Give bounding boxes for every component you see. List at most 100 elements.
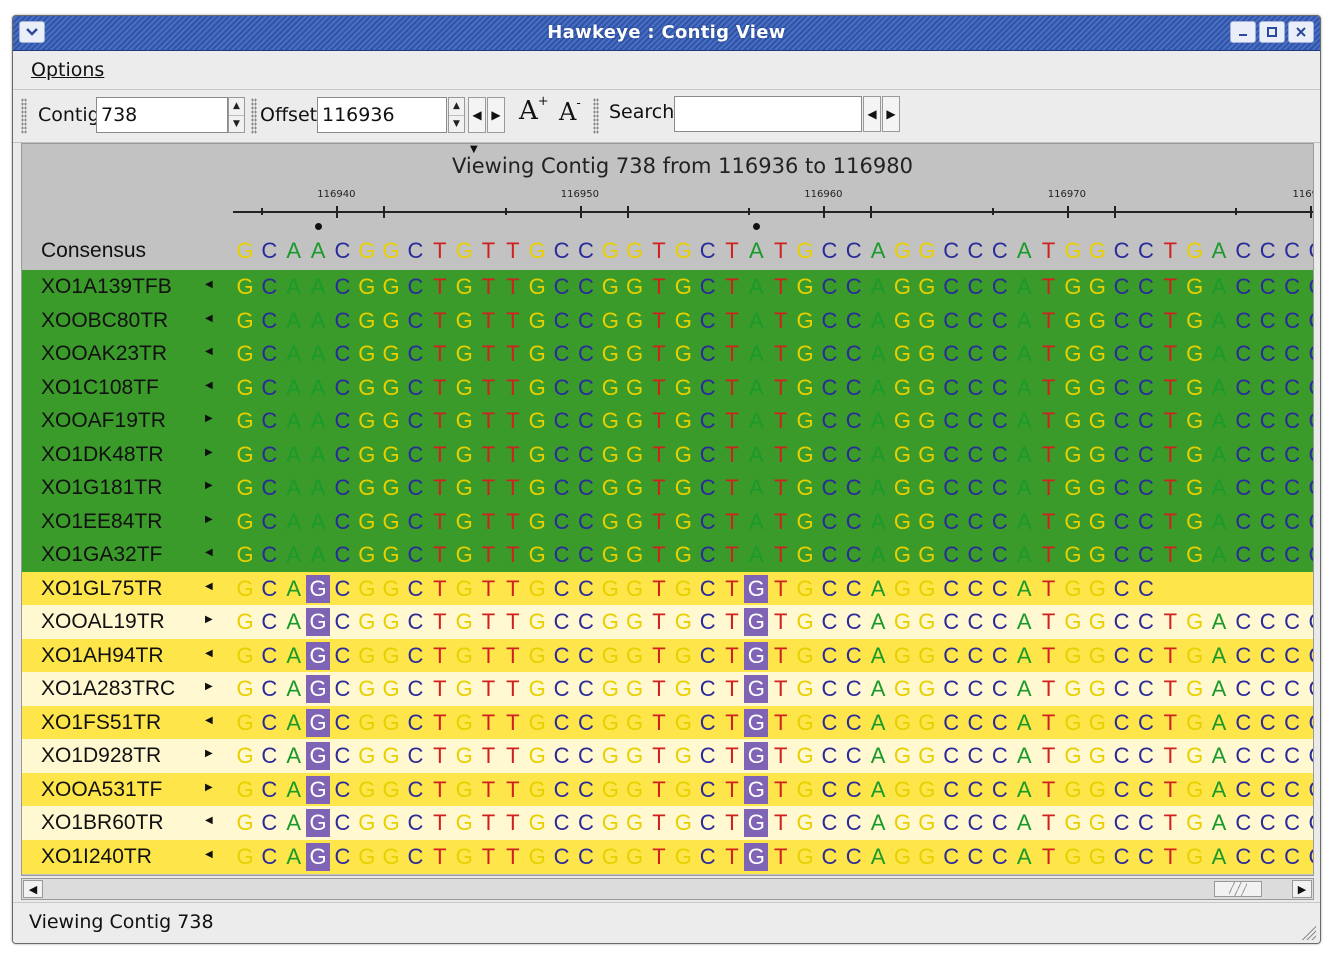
toolbar-grip[interactable]	[593, 98, 599, 134]
base-cell: A	[1211, 676, 1227, 701]
base-cell: T	[1041, 642, 1056, 668]
search-input[interactable]	[674, 96, 862, 132]
base-cell: G	[1186, 307, 1204, 333]
read-row[interactable]: XO1DK48TR ▶ G C A A C G G C T G T T G C C G G T G C T A T G C C A G G C…	[22, 437, 1313, 472]
base-cell: C	[1137, 575, 1154, 601]
base-cell: A	[870, 542, 886, 567]
resize-grip[interactable]	[1300, 924, 1316, 940]
base-cell: T	[506, 810, 520, 835]
base-cell: C	[407, 709, 424, 735]
base-cell: T	[506, 441, 520, 467]
read-row[interactable]: XOOAK23TR ◀ G C A A C G G C T G T T G C C G G T G C T A T G C C A G G C…	[22, 337, 1313, 371]
minimize-icon	[1239, 34, 1247, 36]
base-cell: C	[1235, 843, 1252, 869]
base-cell: A	[870, 341, 886, 366]
base-cell: G	[528, 575, 546, 601]
read-row[interactable]: XOOBC80TR ◀ G C A A C G G C T G T T G C C G G T G C T A T G C C A G G C…	[22, 303, 1313, 338]
toolbar-grip[interactable]	[251, 98, 257, 134]
base-cell: C	[407, 810, 424, 835]
base-cell: C	[1137, 743, 1154, 768]
base-cell: G	[358, 542, 376, 567]
contig-input[interactable]	[96, 97, 228, 133]
base-cell: T	[652, 238, 666, 263]
status-text: Viewing Contig 738	[29, 911, 214, 933]
base-cell: C	[943, 542, 960, 567]
read-row[interactable]: XO1I240TR ◀ G C A G C G G C T G T T G C C G G T G C T G T G C C A G G C…	[22, 839, 1313, 874]
horizontal-scrollbar[interactable]: ◀ ▶	[21, 878, 1314, 900]
base-cell: A	[286, 508, 302, 534]
read-row[interactable]: XO1GL75TR ◀ G C A G C G G C T G T T G C C G G T G C T G T G C C A G G C…	[22, 571, 1313, 606]
base-cell: C	[334, 508, 351, 534]
scroll-right-button[interactable]: ▶	[1292, 880, 1312, 898]
base-cell: T	[725, 341, 739, 366]
base-cell: C	[577, 508, 594, 534]
title-bar[interactable]: Hawkeye : Contig View	[13, 16, 1320, 51]
base-cell: G	[455, 341, 473, 366]
base-cell: C	[1259, 743, 1276, 768]
read-row[interactable]: XO1GA32TF ◀ G C A A C G G C T G T T G C C G G T G C T A T G C C A G G C…	[22, 538, 1313, 572]
base-cell: T	[506, 709, 520, 735]
read-row[interactable]: XO1A139TFB ◀ G C A A C G G C T G T T G C C G G T G C T A T G C C A G G…	[22, 270, 1313, 304]
search-next-button[interactable]: ▶	[882, 96, 900, 132]
spin-up-icon[interactable]: ▲	[449, 98, 464, 116]
offset-input[interactable]	[317, 97, 447, 133]
base-cell: G	[382, 575, 400, 601]
base-cell: G	[1088, 776, 1106, 802]
close-button[interactable]	[1288, 21, 1314, 43]
base-cell: T	[1163, 441, 1178, 467]
arrow-left-icon: ◀	[472, 108, 482, 122]
scroll-left-button[interactable]: ◀	[23, 880, 43, 898]
read-row[interactable]: XO1BR60TR ◀ G C A G C G G C T G T T G C C G G T G C T G T G C C A G G C…	[22, 806, 1313, 840]
spin-down-icon[interactable]: ▼	[449, 116, 464, 133]
read-row[interactable]: XO1D928TR ▶ G C A G C G G C T G T T G C C G G T G C T G T G C C A G G C…	[22, 739, 1313, 773]
minimize-button[interactable]	[1230, 21, 1256, 43]
spin-down-icon[interactable]: ▼	[229, 116, 244, 133]
read-row[interactable]: XOOAF19TR ▶ G C A A C G G C T G T T G C C G G T G C T A T G C C A G G C…	[22, 404, 1313, 438]
search-prev-button[interactable]: ◀	[863, 96, 881, 132]
base-cell: G	[455, 408, 473, 433]
offset-next-button[interactable]: ▶	[487, 97, 505, 133]
offset-prev-button[interactable]: ◀	[468, 97, 486, 133]
base-cell: A	[286, 542, 302, 567]
read-row[interactable]: XOOA531TF ▶ G C A G C G G C T G T T G C C G G T G C T G T G C C A G G C…	[22, 772, 1313, 807]
read-row[interactable]: XO1AH94TR ◀ G C A G C G G C T G T T G C C G G T G C T G T G C C A G G C…	[22, 638, 1313, 673]
read-row[interactable]: XOOAL19TR ▶ G C A G C G G C T G T T G C C G G T G C T G T G C C A G G C…	[22, 605, 1313, 639]
base-cell: C	[1259, 508, 1276, 534]
ruler-major-tick	[823, 206, 826, 218]
base-cell: G	[1064, 274, 1082, 299]
base-cell: C	[991, 374, 1008, 400]
base-cell: T	[773, 341, 788, 366]
toolbar-grip[interactable]	[21, 98, 27, 134]
snp-base-cell: G	[306, 574, 331, 603]
base-cell: G	[674, 408, 692, 433]
base-cell: G	[236, 441, 254, 467]
base-cell: G	[918, 709, 936, 735]
base-cell: T	[506, 238, 520, 263]
read-name: XOOAF19TR	[41, 409, 166, 432]
contig-spinner[interactable]: ▲ ▼	[228, 97, 245, 133]
read-row[interactable]: XO1A283TRC ▶ G C A G C G G C T G T T G C C G G T G C T G T G C C A G G…	[22, 672, 1313, 706]
base-cell: C	[1304, 474, 1313, 502]
consensus-row[interactable]: Consensus G C A A C G G C T G T T G C C G G T G C T A T G C C A G G C C…	[22, 234, 1313, 268]
read-row[interactable]: XO1EE84TR ▶ G C A A C G G C T G T T G C C G G T G C T A T G C C A G G C…	[22, 504, 1313, 539]
scroll-thumb[interactable]	[1214, 881, 1262, 897]
offset-spinner[interactable]: ▲ ▼	[448, 97, 465, 133]
base-cell: C	[699, 709, 716, 735]
base-cell: C	[1284, 709, 1300, 735]
font-increase-button[interactable]: A+	[519, 94, 549, 126]
contig-viewer[interactable]: ▼ Viewing Contig 738 from 116936 to 1169…	[21, 143, 1314, 876]
maximize-button[interactable]	[1259, 21, 1285, 43]
base-cell: C	[699, 542, 716, 567]
font-decrease-button[interactable]: A-	[559, 96, 581, 126]
read-row[interactable]: XO1G181TR ▶ G C A A C G G C T G T T G C C G G T G C T A T G C C A G G C…	[22, 471, 1313, 505]
base-cell: G	[674, 810, 692, 835]
base-cell: T	[1163, 307, 1178, 333]
menu-options[interactable]: Options	[31, 59, 104, 81]
base-cell: C	[845, 274, 862, 299]
read-row[interactable]: XO1FS51TR ◀ G C A G C G G C T G T T G C C G G T G C T G T G C C A G G C…	[22, 705, 1313, 740]
base-cell: C	[1113, 475, 1130, 500]
base-cell: T	[1163, 609, 1178, 634]
read-row[interactable]: XO1C108TF ◀ G C A A C G G C T G T T G C C G G T G C T A T G C C A G G C…	[22, 370, 1313, 405]
base-cell: C	[967, 238, 984, 263]
spin-up-icon[interactable]: ▲	[229, 98, 244, 116]
